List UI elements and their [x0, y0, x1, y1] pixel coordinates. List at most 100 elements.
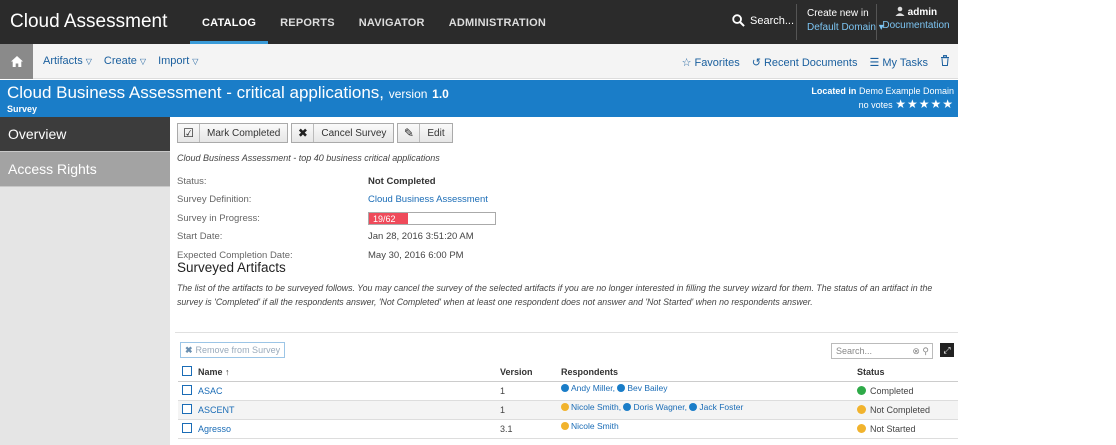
search-icon[interactable]: ⚲ [922, 346, 929, 356]
user-icon [895, 6, 905, 16]
respondents-list: Nicole Smith [561, 421, 619, 431]
topnav-reports[interactable]: REPORTS [268, 0, 347, 44]
column-name[interactable]: Name ↑ [178, 363, 496, 382]
cancel-survey-label: Cancel Survey [321, 127, 387, 139]
row-checkbox[interactable] [182, 404, 192, 414]
main-content: ☑ Mark Completed ✖ Cancel Survey ✎ Edit … [175, 117, 958, 445]
pencil-icon: ✎ [398, 124, 421, 142]
cancel-survey-button[interactable]: ✖ Cancel Survey [291, 123, 395, 143]
cell-version: 1 [496, 400, 557, 420]
definition-link[interactable]: Cloud Business Assessment [368, 194, 488, 205]
column-version[interactable]: Version [496, 363, 557, 382]
artifact-link[interactable]: ASCENT [198, 405, 235, 415]
favorites-label: Favorites [694, 56, 740, 69]
rating-stars[interactable]: ★★★★★ [895, 97, 954, 111]
table-search-placeholder: Search... [836, 346, 873, 356]
document-type: Survey [7, 104, 38, 114]
property-status: Status: Not Completed [177, 172, 496, 191]
chevron-down-icon: ▽ [85, 57, 92, 66]
respondent-link[interactable]: Bev Bailey [627, 383, 667, 393]
respondent-link[interactable]: Nicole Smith [571, 402, 619, 412]
survey-progress-bar: 19/62 [368, 211, 496, 225]
trash-icon[interactable] [940, 55, 950, 69]
sidebar: Overview Access Rights [0, 117, 170, 445]
clear-icon[interactable]: ⊗ [912, 346, 920, 356]
recent-documents-link[interactable]: ↺ Recent Documents [752, 56, 858, 69]
menu-import-label: Import [158, 55, 190, 67]
edit-label: Edit [427, 127, 445, 139]
property-start-date: Start Date: Jan 28, 2016 3:51:20 AM [177, 228, 496, 247]
recent-documents-label: Recent Documents [763, 56, 858, 69]
respondent-link[interactable]: Jack Foster [699, 402, 743, 412]
table-header-row: Name ↑ Version Respondents Status [178, 363, 958, 382]
page-title: Cloud Business Assessment - critical app… [7, 83, 449, 103]
status-text: Completed [870, 385, 914, 396]
respondent-link[interactable]: Andy Miller [571, 383, 613, 393]
remove-from-survey-button[interactable]: ✖ Remove from Survey [180, 342, 286, 358]
property-progress: Survey in Progress: 19/62 [177, 209, 496, 228]
topnav-navigator[interactable]: NAVIGATOR [347, 0, 437, 44]
app-brand[interactable]: Cloud Assessment [10, 11, 167, 33]
artifact-link[interactable]: ASAC [198, 386, 223, 396]
progress-text: 19/62 [373, 213, 396, 224]
favorites-link[interactable]: ☆ Favorites [682, 56, 740, 69]
create-new-menu[interactable]: Create new in Default Domain ▾ [807, 7, 884, 35]
row-checkbox[interactable] [182, 423, 192, 433]
status-text: Not Started [870, 423, 916, 434]
document-title-bar: Cloud Business Assessment - critical app… [0, 80, 958, 117]
cell-status: Not Completed [853, 400, 958, 420]
sidebar-item-access-rights[interactable]: Access Rights [0, 152, 170, 187]
column-respondents[interactable]: Respondents [557, 363, 853, 382]
cell-version: 1 [496, 381, 557, 401]
global-search[interactable]: Search... [732, 14, 794, 27]
artifacts-table-panel: ✖ Remove from Survey Search... ⊗ ⚲ ⤢ Nam… [175, 332, 958, 445]
top-nav: CATALOG REPORTS NAVIGATOR ADMINISTRATION [190, 0, 558, 44]
cell-respondents: Nicole Smith, Doris Wagner, Jack Foster [557, 400, 853, 420]
sidebar-item-overview[interactable]: Overview [0, 117, 170, 152]
properties-list: Status: Not Completed Survey Definition:… [177, 172, 496, 265]
cell-version: 3.1 [496, 419, 557, 439]
respondents-list: Andy Miller, Bev Bailey [561, 383, 667, 393]
column-status[interactable]: Status [853, 363, 958, 382]
check-circle-icon [689, 402, 698, 411]
menu-create[interactable]: Create ▽ [104, 55, 146, 67]
topnav-administration[interactable]: ADMINISTRATION [437, 0, 558, 44]
respondent-link[interactable]: Doris Wagner [633, 402, 684, 412]
status-text: Not Completed [870, 404, 931, 415]
select-all-checkbox[interactable] [182, 366, 192, 377]
user-menu[interactable]: admin Documentation [876, 6, 956, 32]
status-value: Not Completed [368, 175, 436, 187]
cell-respondents: Andy Miller, Bev Bailey [557, 381, 853, 401]
edit-button[interactable]: ✎ Edit [397, 123, 453, 143]
topnav-catalog[interactable]: CATALOG [190, 0, 269, 44]
my-tasks-link[interactable]: ☰ My Tasks [869, 56, 928, 69]
star-icon: ☆ [681, 56, 692, 69]
create-new-domain[interactable]: Default Domain [807, 22, 876, 33]
action-toolbar: ☑ Mark Completed ✖ Cancel Survey ✎ Edit [177, 123, 453, 143]
respondent-link[interactable]: Nicole Smith [571, 421, 619, 431]
sub-menu: Artifacts ▽ Create ▽ Import ▽ [43, 55, 198, 67]
documentation-link[interactable]: Documentation [876, 19, 956, 32]
mark-completed-button[interactable]: ☑ Mark Completed [177, 123, 289, 143]
artifact-link[interactable]: Agresso [198, 424, 231, 434]
expand-icon[interactable]: ⤢ [940, 343, 954, 357]
cell-name: Agresso [178, 419, 496, 439]
located-domain[interactable]: Demo Example Domain [859, 86, 954, 96]
home-button[interactable] [0, 44, 33, 79]
survey-description: Cloud Business Assessment - top 40 busin… [177, 153, 440, 163]
table-search-input[interactable]: Search... ⊗ ⚲ [831, 343, 933, 359]
close-icon: ✖ [292, 124, 315, 142]
menu-artifacts[interactable]: Artifacts ▽ [43, 55, 92, 67]
pending-circle-icon [561, 402, 569, 411]
surveyed-artifacts-title: Surveyed Artifacts [177, 260, 286, 275]
table-row: ASCENT 1 Nicole Smith, Doris Wagner, Jac… [178, 400, 958, 420]
surveyed-artifacts-description: The list of the artifacts to be surveyed… [177, 283, 933, 307]
row-checkbox[interactable] [182, 385, 192, 395]
username: admin [907, 7, 938, 18]
tasks-icon: ☰ [869, 56, 880, 69]
quick-links: ☆ Favorites ↺ Recent Documents ☰ My Tasks [682, 55, 950, 69]
menu-import[interactable]: Import ▽ [158, 55, 198, 67]
menu-artifacts-label: Artifacts [43, 55, 83, 67]
history-icon: ↺ [751, 56, 761, 69]
close-icon: ✖ [185, 344, 193, 355]
